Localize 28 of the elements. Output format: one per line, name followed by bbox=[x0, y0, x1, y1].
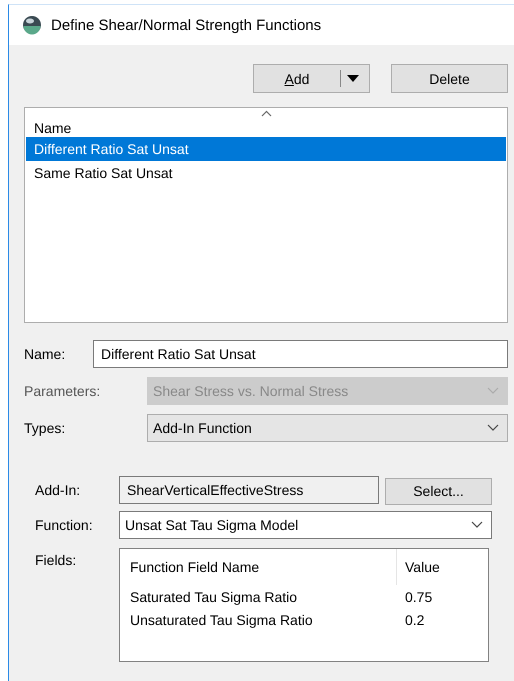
field-label: Types: bbox=[24, 420, 66, 436]
name-field[interactable]: Different Ratio Sat Unsat bbox=[93, 340, 508, 368]
add-in-field: ShearVerticalEffectiveStress bbox=[119, 476, 379, 504]
window-title: Define Shear/Normal Strength Functions bbox=[51, 16, 322, 34]
column-header[interactable]: Name bbox=[34, 120, 72, 136]
field-label: Add-In: bbox=[35, 482, 82, 498]
field-label: Fields: bbox=[35, 551, 78, 570]
add-split-button[interactable]: Add bbox=[253, 64, 370, 93]
delete-button[interactable]: Delete bbox=[391, 64, 508, 93]
chevron-down-icon bbox=[487, 424, 499, 432]
function-dropdown[interactable]: Unsat Sat Tau Sigma Model bbox=[119, 511, 492, 539]
field-label: Name: bbox=[24, 346, 66, 362]
app-logo-icon bbox=[22, 15, 42, 35]
list-item[interactable]: Different Ratio Sat Unsat bbox=[26, 137, 506, 161]
list-item[interactable]: Same Ratio Sat Unsat bbox=[26, 161, 506, 185]
column-header[interactable]: Value bbox=[396, 549, 488, 585]
select-button[interactable]: Select... bbox=[385, 478, 492, 504]
column-header[interactable]: Function Field Name bbox=[130, 549, 396, 585]
chevron-down-icon bbox=[471, 521, 483, 529]
table-cell-text: 0.75 bbox=[404, 588, 434, 604]
field-label: Parameters: bbox=[24, 383, 102, 399]
table-cell-text: 0.2 bbox=[404, 612, 426, 628]
field-label: Function: bbox=[35, 517, 94, 533]
dropdown[interactable]: Add-In Function bbox=[147, 414, 508, 442]
chevron-down-icon bbox=[487, 387, 499, 395]
table-cell-text: Saturated Tau Sigma Ratio bbox=[130, 588, 298, 604]
table-cell-text: Unsaturated Tau Sigma Ratio bbox=[130, 612, 314, 628]
dropdown-arrow-icon bbox=[347, 75, 359, 82]
